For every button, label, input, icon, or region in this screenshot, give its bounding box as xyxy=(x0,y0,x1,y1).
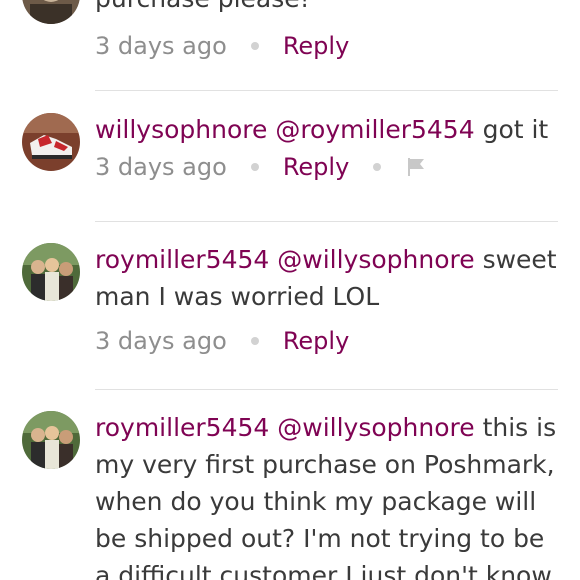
comment-text: willysophnore @roymiller5454 got it xyxy=(95,111,565,148)
flag-icon[interactable] xyxy=(405,156,427,178)
sneaker-avatar-icon xyxy=(22,113,80,171)
comment-mention[interactable]: @willysophnore xyxy=(277,245,474,274)
comment-mention[interactable]: @roymiller5454 xyxy=(275,115,474,144)
divider xyxy=(95,90,558,91)
avatar[interactable] xyxy=(22,0,80,24)
comment-text: roymiller5454 @willysophnore this is my … xyxy=(95,409,565,580)
comment-timestamp: 3 days ago xyxy=(95,32,227,60)
avatar[interactable] xyxy=(22,113,80,171)
comment-timestamp: 3 days ago xyxy=(95,327,227,355)
comment-username[interactable]: roymiller5454 xyxy=(95,245,269,274)
comment-text: roymiller5454 @willysophnore sweet man I… xyxy=(95,241,565,315)
comment-timestamp: 3 days ago xyxy=(95,153,227,181)
comment-username[interactable]: roymiller5454 xyxy=(95,413,269,442)
reply-button[interactable]: Reply xyxy=(283,327,349,355)
divider xyxy=(95,221,558,222)
comment-text: purchase please! xyxy=(95,0,565,17)
comment-mention[interactable]: @willysophnore xyxy=(277,413,474,442)
reply-button[interactable]: Reply xyxy=(283,32,349,60)
divider xyxy=(95,389,558,390)
reply-button[interactable]: Reply xyxy=(283,153,349,181)
comment-body: got it xyxy=(474,115,549,144)
group-photo-avatar-icon xyxy=(22,243,80,301)
separator-dot xyxy=(250,163,259,171)
avatar[interactable] xyxy=(22,411,80,469)
comments-page: purchase please! 3 days ago Reply willys… xyxy=(0,0,580,580)
group-photo-avatar-icon xyxy=(22,411,80,469)
avatar[interactable] xyxy=(22,243,80,301)
separator-dot xyxy=(250,42,259,50)
comment-username[interactable]: willysophnore xyxy=(95,115,267,144)
separator-dot xyxy=(373,163,382,171)
separator-dot xyxy=(250,337,259,345)
